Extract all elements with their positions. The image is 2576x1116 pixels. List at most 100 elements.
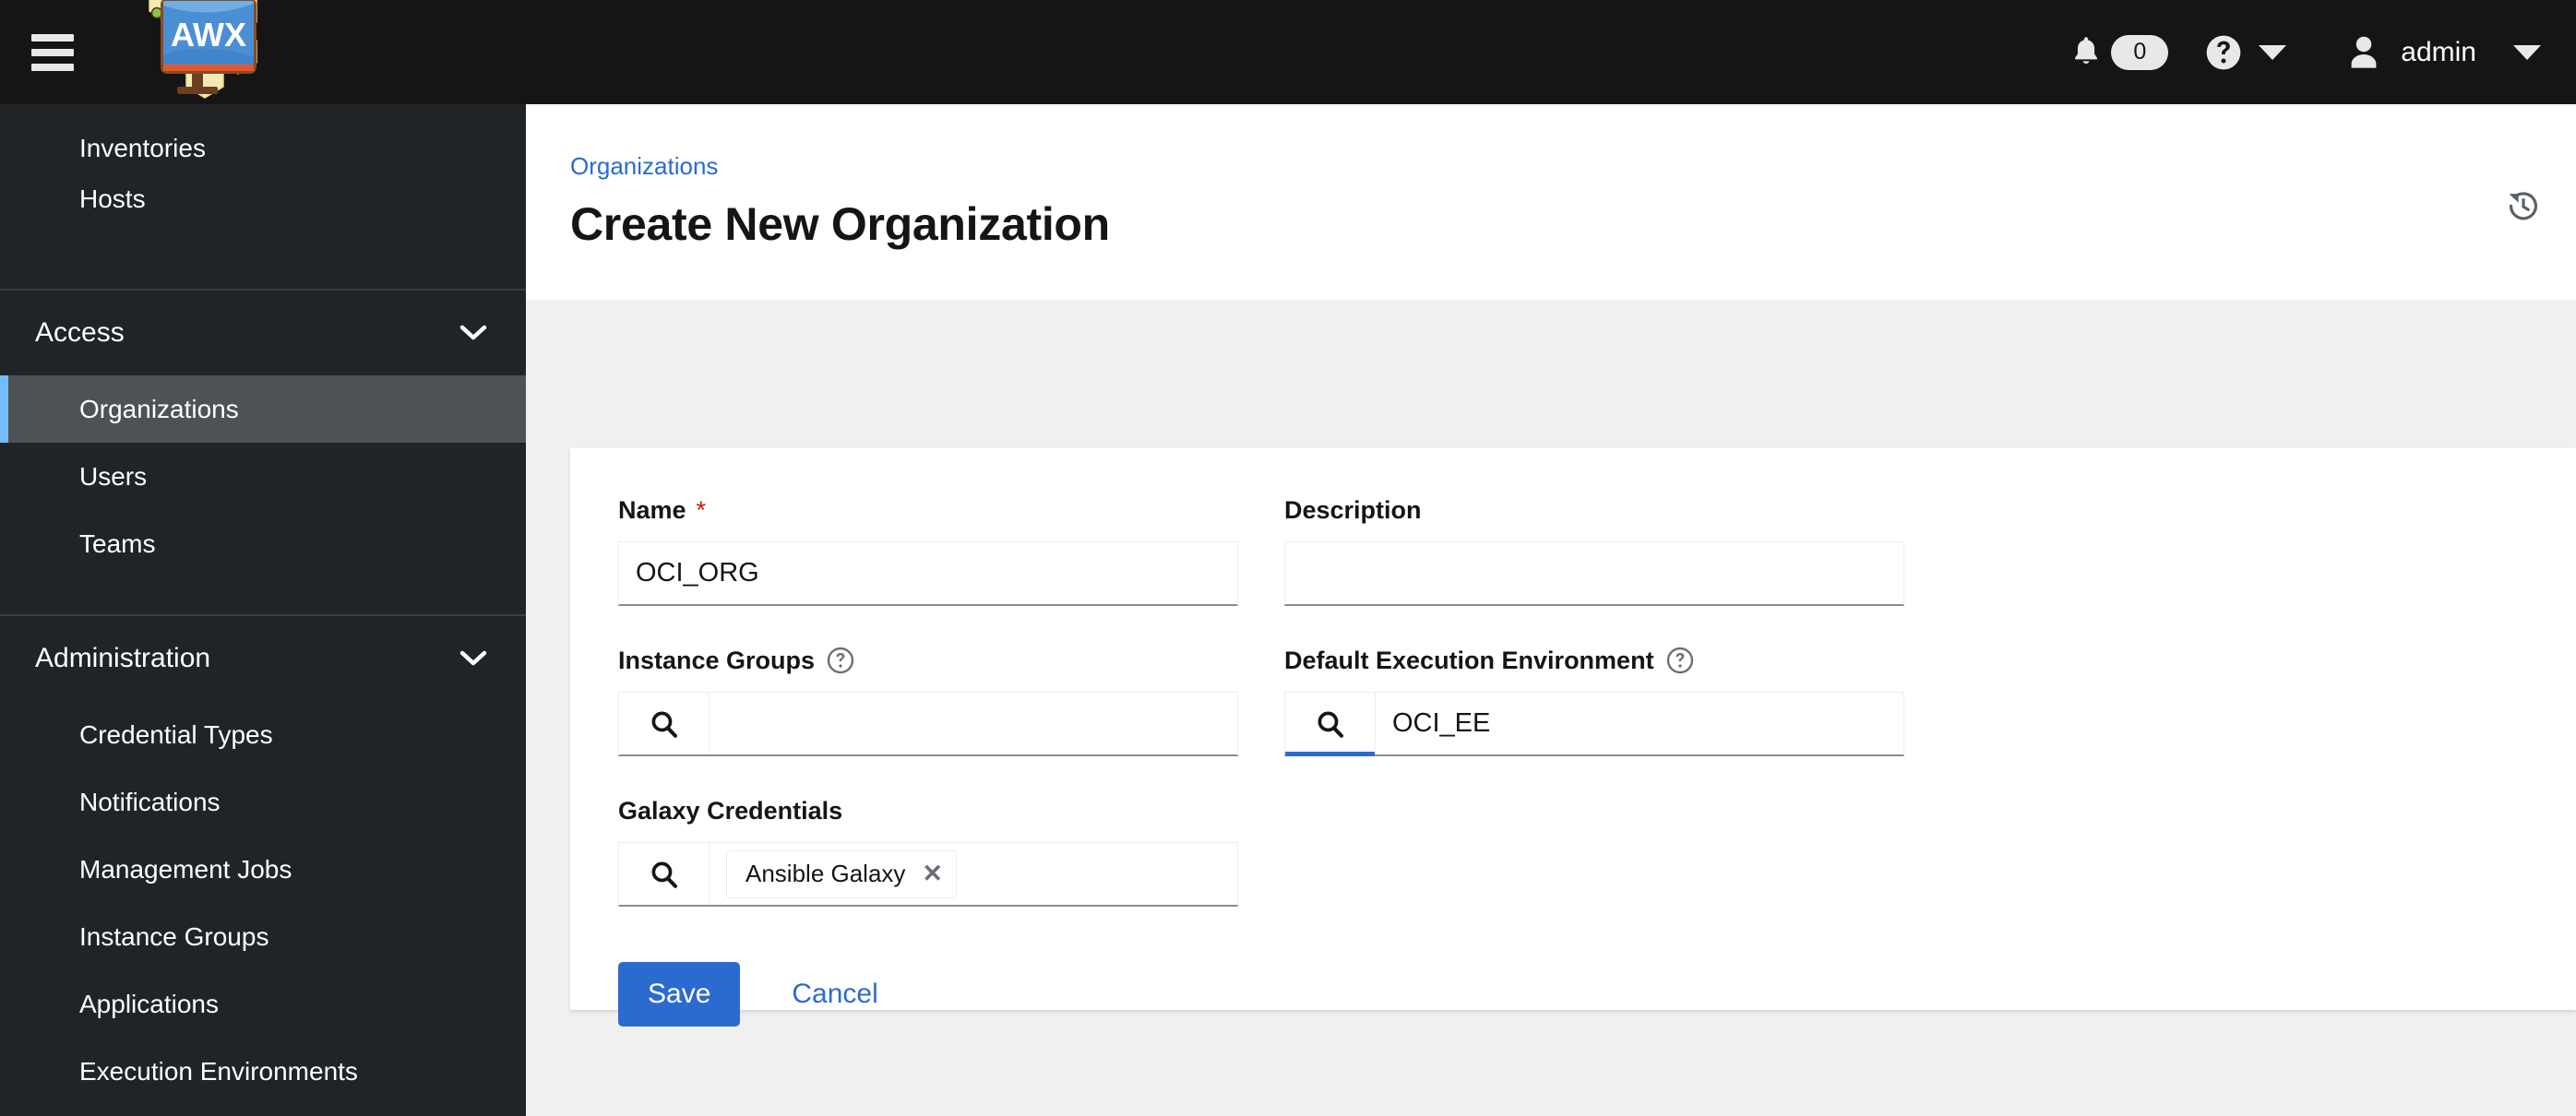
page-header: Organizations Create New Organization (526, 104, 2576, 300)
notifications-count-value: 0 (2133, 39, 2147, 65)
awx-app-window: AWX 0 admin Inventories Hosts Access Org… (0, 0, 2576, 1116)
sidebar-group-spacer (0, 577, 526, 614)
sidebar-item-teams[interactable]: Teams (0, 510, 526, 577)
sidebar-item-notifications[interactable]: Notifications (0, 768, 526, 836)
default-execution-environment-lookup: OCI_EE (1284, 692, 1904, 756)
notifications-bell-button[interactable] (2070, 0, 2102, 104)
user-avatar[interactable] (2345, 0, 2382, 104)
name-input-value: OCI_ORG (636, 558, 759, 588)
help-dropdown-toggle[interactable] (2259, 0, 2287, 104)
galaxy-credentials-search-button[interactable] (619, 843, 710, 905)
node-dot-green (150, 6, 163, 19)
sidebar-item-applications[interactable]: Applications (0, 970, 526, 1038)
field-default-execution-environment: Default Execution Environment OCI_EE (1284, 645, 1904, 756)
field-label-default-execution-environment: Default Execution Environment (1284, 645, 1904, 676)
galaxy-credentials-input[interactable]: Ansible Galaxy ✕ (710, 843, 1237, 905)
sidebar-item-inventories[interactable]: Inventories (0, 104, 526, 163)
search-icon (651, 861, 677, 888)
field-description: Description (1284, 494, 1904, 606)
bell-icon (2075, 36, 2098, 64)
sidebar-item-label: Instance Groups (79, 921, 269, 951)
field-label-text: Name (618, 495, 686, 524)
field-label-galaxy-credentials: Galaxy Credentials (618, 795, 1238, 826)
chevron-down-icon (2513, 44, 2541, 60)
form-actions: Save Cancel (570, 945, 2576, 1027)
sidebar-item-label: Hosts (79, 184, 146, 213)
awx-logo[interactable]: AWX (116, 0, 282, 101)
sidebar-item-hosts[interactable]: Hosts (0, 163, 526, 235)
sidebar-section-administration: Administration Credential Types Notifica… (0, 616, 526, 1105)
chevron-down-icon (459, 325, 487, 340)
chip-ansible-galaxy: Ansible Galaxy ✕ (726, 849, 958, 898)
instance-groups-search-button[interactable] (619, 693, 710, 754)
masthead: AWX 0 admin (0, 0, 2576, 104)
global-nav-toggle-button[interactable] (31, 33, 74, 71)
field-instance-groups: Instance Groups (618, 645, 1238, 756)
default-execution-environment-search-button[interactable] (1285, 693, 1376, 756)
description-input[interactable] (1284, 541, 1904, 606)
help-button[interactable] (2205, 0, 2242, 104)
instance-groups-input[interactable] (710, 693, 1237, 754)
field-label-description: Description (1284, 494, 1904, 526)
awx-logo-text: AWX (171, 16, 246, 53)
hamburger-bar (31, 48, 74, 56)
sidebar-item-label: Applications (79, 989, 219, 1018)
question-circle-icon[interactable] (827, 647, 854, 674)
name-input[interactable]: OCI_ORG (618, 541, 1238, 606)
search-icon (651, 711, 677, 738)
question-circle-icon (2206, 35, 2241, 69)
chip-remove-icon[interactable]: ✕ (922, 861, 943, 886)
create-organization-form-card: Name * OCI_ORG Description Instance Grou… (570, 448, 2576, 1027)
sidebar-item-instance-groups[interactable]: Instance Groups (0, 903, 526, 970)
question-circle-icon[interactable] (1666, 647, 1694, 674)
sidebar-item-label: Inventories (79, 134, 206, 162)
username-label[interactable]: admin (2401, 0, 2513, 104)
sidebar-item-label: Organizations (79, 394, 239, 423)
field-galaxy-credentials: Galaxy Credentials Ansible Galaxy ✕ (618, 795, 1238, 907)
field-label-instance-groups: Instance Groups (618, 645, 1238, 676)
sidebar-section-access: Access Organizations Users Teams (0, 291, 526, 614)
user-dropdown-toggle[interactable] (2513, 0, 2541, 104)
sidebar-item-label: Execution Environments (79, 1056, 358, 1086)
sidebar-item-organizations[interactable]: Organizations (0, 375, 526, 443)
main-content: Organizations Create New Organization Na… (526, 104, 2576, 1116)
field-label-text: Default Execution Environment (1284, 646, 1654, 674)
user-icon (2351, 36, 2377, 68)
sidebar-item-management-jobs[interactable]: Management Jobs (0, 836, 526, 903)
hamburger-bar (31, 33, 74, 42)
sidebar-item-label: Credential Types (79, 719, 273, 749)
sidebar-top-group: Inventories Hosts (0, 104, 526, 289)
galaxy-credentials-lookup: Ansible Galaxy ✕ (618, 842, 1238, 907)
cancel-button[interactable]: Cancel (777, 962, 892, 1027)
activity-history-button[interactable] (2506, 189, 2541, 229)
field-label-text: Galaxy Credentials (618, 796, 843, 825)
chip-label: Ansible Galaxy (745, 860, 906, 887)
sidebar-item-label: Management Jobs (79, 854, 292, 884)
chevron-down-icon (459, 650, 487, 666)
sidebar-item-label: Teams (79, 528, 156, 558)
hamburger-bar (31, 63, 74, 71)
notifications-count-badge[interactable]: 0 (2111, 34, 2169, 70)
sidebar-item-execution-environments[interactable]: Execution Environments (0, 1038, 526, 1105)
field-label-text: Instance Groups (618, 646, 816, 674)
save-button[interactable]: Save (618, 962, 741, 1027)
instance-groups-lookup (618, 692, 1238, 756)
masthead-toolbar: 0 admin (2070, 0, 2576, 104)
field-label-name: Name * (618, 494, 1238, 526)
field-label-text: Description (1284, 495, 1422, 524)
form-grid-spacer (1284, 795, 1904, 907)
sidebar-section-title: Administration (35, 643, 211, 673)
sidebar-section-header-administration[interactable]: Administration (0, 616, 526, 701)
breadcrumb-organizations[interactable]: Organizations (570, 152, 718, 181)
search-icon (1318, 711, 1343, 738)
default-execution-environment-value: OCI_EE (1392, 708, 1491, 738)
required-asterisk: * (696, 495, 707, 524)
sidebar-section-header-access[interactable]: Access (0, 291, 526, 375)
default-execution-environment-input[interactable]: OCI_EE (1376, 693, 1903, 754)
primary-sidebar: Inventories Hosts Access Organizations U… (0, 104, 526, 1116)
sidebar-item-users[interactable]: Users (0, 443, 526, 510)
field-name: Name * OCI_ORG (618, 494, 1238, 606)
sidebar-item-credential-types[interactable]: Credential Types (0, 701, 526, 768)
chevron-down-icon (2259, 44, 2287, 60)
sidebar-item-label: Users (79, 461, 148, 491)
